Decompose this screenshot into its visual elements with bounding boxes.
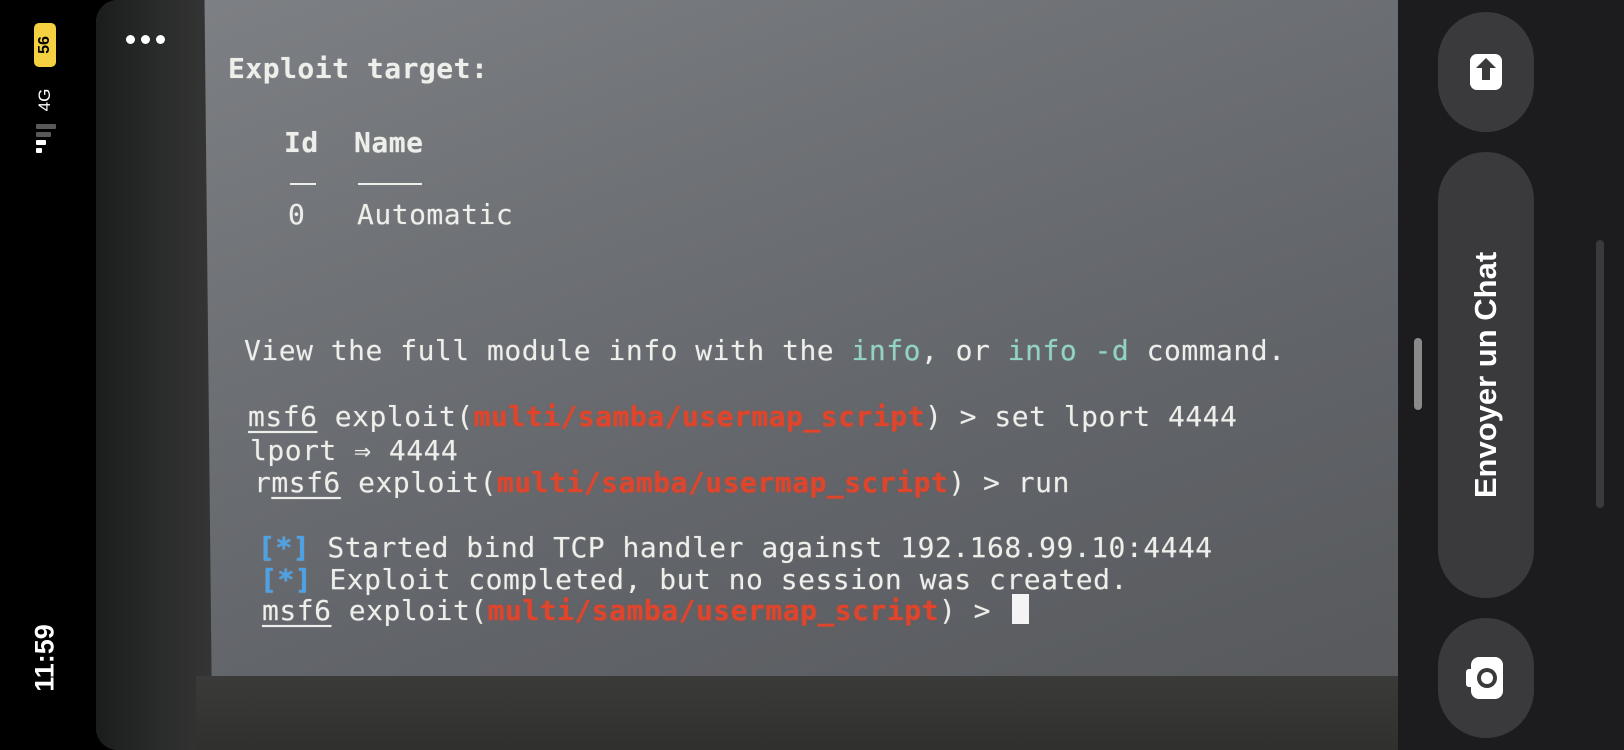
share-button[interactable]	[1438, 12, 1534, 132]
lport-echo-line: lport ⇒ 4444	[250, 434, 459, 467]
table-divider-id	[290, 183, 316, 185]
prompt-module: multi/samba/usermap_script	[487, 594, 939, 627]
photo-viewport: Exploit target: Id Name 0 Automatic View…	[96, 0, 1398, 750]
table-divider-name	[358, 183, 422, 185]
info-text-mid: , or	[920, 334, 1008, 367]
info-d-command: info -d	[1007, 334, 1130, 367]
clock: 11:59	[29, 624, 60, 692]
table-cell-name: Automatic	[357, 198, 514, 231]
panel-grip-handle[interactable]	[1414, 338, 1422, 410]
network-type: 4G	[35, 88, 54, 112]
table-cell-id: 0	[288, 198, 306, 231]
msf-prompt: msf6	[262, 594, 332, 627]
status-line-started: [*] Started bind TCP handler against 192…	[258, 531, 1213, 564]
prompt-close: ) >	[938, 594, 1009, 627]
scrollbar[interactable]	[1596, 240, 1604, 508]
module-info-line: View the full module info with the info,…	[244, 334, 1285, 367]
info-text-post: command.	[1129, 334, 1286, 367]
status-marker: [*]	[258, 531, 311, 564]
send-chat-label: Envoyer un Chat	[1468, 251, 1503, 499]
msf-prompt: msf6	[248, 400, 318, 433]
command-run: run	[1017, 466, 1070, 499]
status-bar: 56 4G 11:59	[0, 0, 96, 750]
status-message-started: Started bind TCP handler against 192.168…	[310, 531, 1213, 564]
prompt-line-run: rmsf6 exploit(multi/samba/usermap_script…	[254, 466, 1070, 499]
info-command: info	[851, 334, 921, 367]
prompt-module: multi/samba/usermap_script	[473, 400, 925, 433]
monitor-bezel-bottom	[196, 676, 1398, 750]
prompt-exploit: exploit(	[331, 594, 488, 627]
more-dots-icon[interactable]	[126, 32, 168, 46]
table-header-name: Name	[354, 126, 424, 159]
run-prefix: r	[254, 466, 272, 499]
prompt-exploit: exploit(	[317, 400, 474, 433]
prompt-line-set-lport: msf6 exploit(multi/samba/usermap_script)…	[248, 400, 1237, 433]
right-action-panel: Envoyer un Chat	[1398, 0, 1624, 750]
prompt-line-current: msf6 exploit(multi/samba/usermap_script)…	[262, 594, 1030, 627]
camera-icon	[1466, 657, 1503, 699]
exploit-target-heading: Exploit target:	[228, 52, 489, 85]
battery-indicator: 56	[34, 23, 56, 67]
send-chat-button[interactable]: Envoyer un Chat	[1438, 152, 1534, 598]
prompt-close: ) >	[924, 400, 995, 433]
info-text-pre: View the full module info with the	[244, 334, 852, 367]
status-line-completed: [*] Exploit completed, but no session wa…	[260, 563, 1128, 596]
prompt-exploit: exploit(	[340, 466, 498, 499]
prompt-close: ) >	[948, 466, 1018, 499]
command-set-lport: set lport 4444	[994, 400, 1238, 433]
prompt-module: multi/samba/usermap_script	[497, 466, 949, 499]
status-marker: [*]	[260, 563, 313, 596]
terminal-cursor	[1012, 594, 1030, 624]
share-arrow-icon	[1470, 54, 1502, 90]
signal-icon	[36, 124, 56, 158]
monitor-bezel-left	[96, 0, 212, 750]
camera-button[interactable]	[1438, 618, 1534, 738]
msf-prompt: msf6	[271, 466, 341, 499]
status-message-completed: Exploit completed, but no session was cr…	[312, 563, 1128, 596]
table-header-id: Id	[284, 126, 319, 159]
